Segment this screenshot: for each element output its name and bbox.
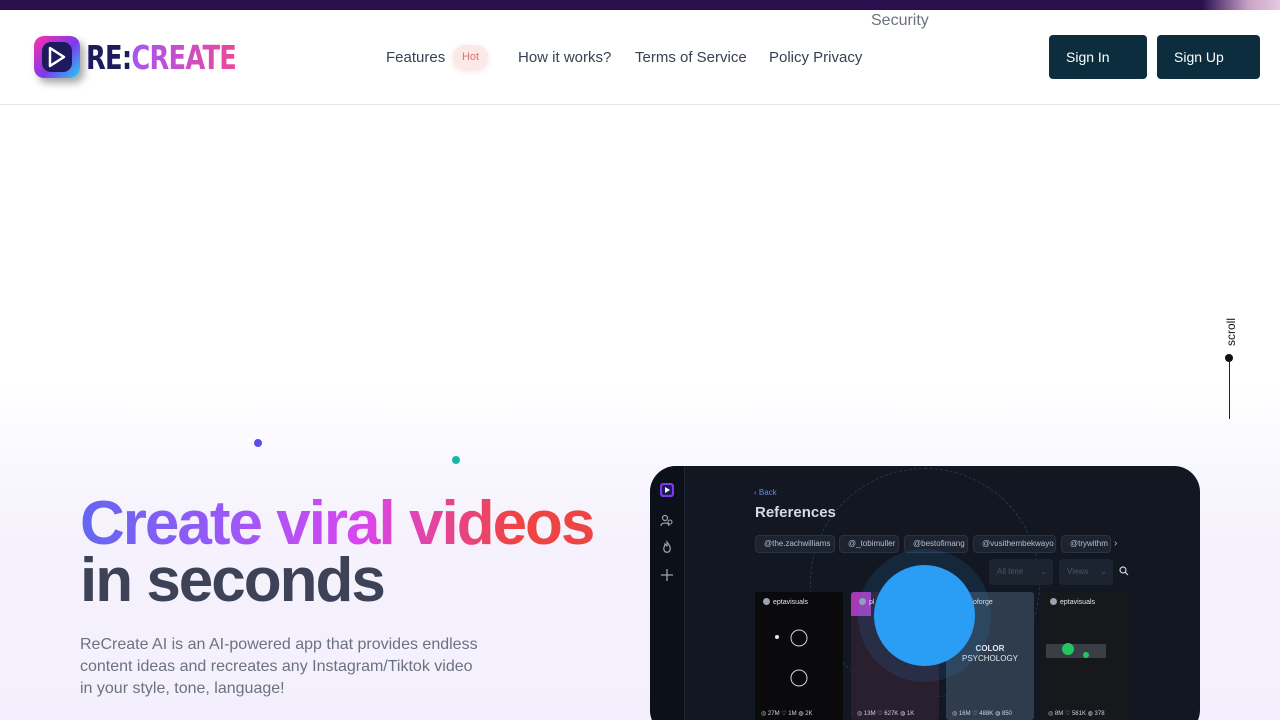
card-thumbnail: [1046, 643, 1106, 658]
decorative-dot-purple: [254, 439, 262, 447]
top-accent-bar: [0, 0, 1280, 10]
scroll-label: scroll: [1224, 317, 1238, 346]
play-circle-button[interactable]: [874, 565, 975, 666]
nav-features[interactable]: Features: [386, 49, 445, 66]
scroll-line: [1229, 360, 1230, 419]
card-thumbnail: [775, 629, 808, 687]
reference-chip[interactable]: @bestofimang: [904, 535, 968, 553]
reference-chip[interactable]: @trywithm: [1061, 535, 1111, 553]
logo-wordmark: RE:CREATE: [86, 38, 237, 77]
chevron-right-icon[interactable]: ›: [1114, 538, 1117, 549]
video-card[interactable]: eptavisuals ◎ 27M ♡ 1M ◍ 2K: [755, 592, 843, 720]
sign-in-button[interactable]: Sign In: [1049, 35, 1147, 79]
reference-chip[interactable]: @vusithembekwayo: [973, 535, 1056, 553]
chevron-down-icon: ⌄: [1100, 567, 1107, 576]
users-icon[interactable]: [659, 513, 675, 529]
card-stats: ◎ 13M ♡ 627K ◍ 1K: [857, 711, 915, 717]
reference-chip[interactable]: @_tobimuller: [839, 535, 899, 553]
nav-terms[interactable]: Terms of Service: [635, 49, 747, 66]
chevron-down-icon: ⌄: [1040, 567, 1047, 576]
card-stats: ◎ 8M ♡ 581K ◍ 378: [1048, 711, 1105, 717]
scroll-indicator[interactable]: scroll: [1220, 312, 1240, 422]
plus-icon[interactable]: [659, 567, 675, 583]
site-header: RE:CREATE Features Hot How it works? Ter…: [0, 10, 1280, 105]
back-link[interactable]: ‹ Back: [754, 488, 777, 497]
search-icon[interactable]: [1119, 566, 1129, 576]
time-filter-select[interactable]: All time ⌄: [989, 559, 1053, 585]
card-username: eptavisuals: [1050, 598, 1095, 606]
flame-icon[interactable]: [659, 540, 675, 556]
hero-headline-plain: in seconds: [80, 546, 386, 615]
logo-badge-icon: [34, 36, 80, 78]
logo[interactable]: RE:CREATE: [34, 36, 237, 78]
card-stats: ◎ 16M ♡ 488K ◍ 850: [952, 711, 1012, 717]
card-stats: ◎ 27M ♡ 1M ◍ 2K: [761, 711, 813, 717]
app-sidebar: [650, 466, 685, 720]
app-page-title: References: [755, 504, 836, 521]
nav-privacy[interactable]: Policy Privacy: [769, 49, 862, 66]
card-username: pl: [859, 598, 874, 606]
card-username: eptavisuals: [763, 598, 808, 606]
decorative-dot-teal: [452, 456, 460, 464]
hero-description: ReCreate AI is an AI-powered app that pr…: [80, 636, 478, 697]
top-accent-gradient: [1202, 0, 1280, 10]
nav-how-it-works[interactable]: How it works?: [518, 49, 611, 66]
reference-chip[interactable]: @the.zachwilliams: [755, 535, 835, 553]
sort-filter-select[interactable]: Views ⌄: [1059, 559, 1113, 585]
app-logo-icon: [660, 483, 674, 497]
sign-up-button[interactable]: Sign Up: [1157, 35, 1260, 79]
card-subtitle: PSYCHOLOGY: [961, 654, 1018, 663]
video-card[interactable]: eptavisuals ◎ 8M ♡ 581K ◍ 378: [1042, 592, 1130, 720]
hot-badge: Hot: [453, 45, 488, 69]
